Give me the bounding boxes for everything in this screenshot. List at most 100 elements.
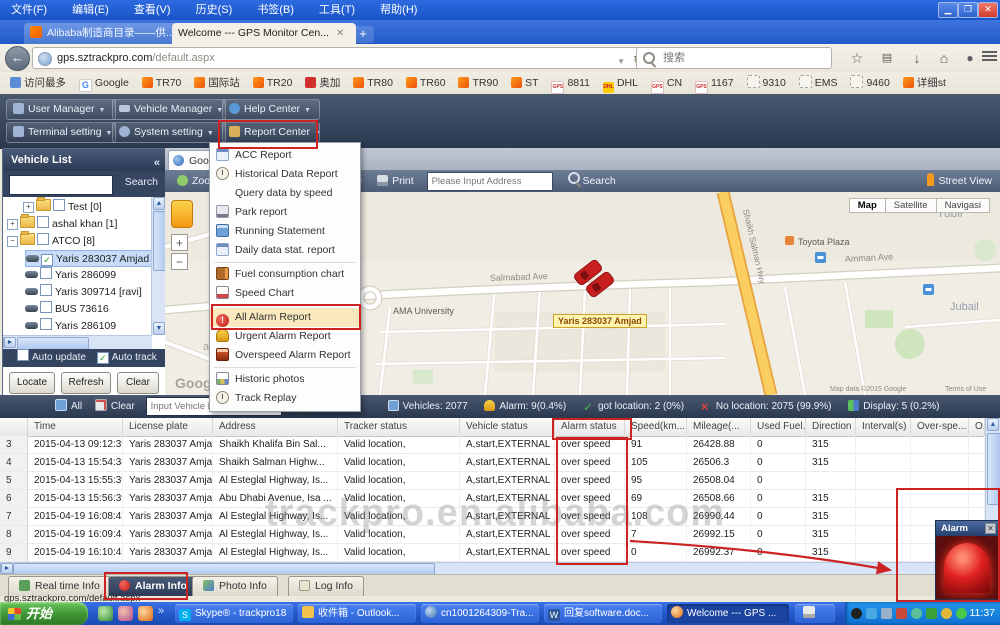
bookmark[interactable]: GPS8811 <box>551 72 590 94</box>
menu-history[interactable]: 历史(S) <box>185 0 244 20</box>
print-tool[interactable]: Print <box>377 170 414 192</box>
menu-item-historical-data[interactable]: Historical Data Report <box>210 165 360 184</box>
col-interval[interactable]: Interval(s) <box>856 418 911 436</box>
refresh-button[interactable]: Refresh <box>61 372 111 394</box>
user-manager-button[interactable]: User Manager▼ <box>6 99 116 120</box>
clear-button[interactable]: Clear <box>117 372 159 394</box>
menu-icon[interactable] <box>982 55 997 57</box>
vehicle-search-input[interactable] <box>9 175 113 195</box>
col-address[interactable]: Address <box>213 418 338 436</box>
system-setting-button[interactable]: System setting▼ <box>112 122 226 143</box>
taskbar-task-word[interactable]: W回复software.doc... <box>544 604 662 623</box>
table-row[interactable]: 72015-04-19 16:08:42Yaris 283037 AmjadAl… <box>0 508 985 526</box>
bookmark[interactable]: 详细st <box>903 72 946 94</box>
firefox-icon[interactable] <box>138 606 153 621</box>
col-tracker-status[interactable]: Tracker status <box>338 418 460 436</box>
map-type-satellite[interactable]: Satellite <box>885 198 937 213</box>
table-row[interactable]: 42015-04-13 15:54:38Yaris 283037 AmjadSh… <box>0 454 985 472</box>
table-row[interactable]: 92015-04-19 16:10:42Yaris 283037 AmjadAl… <box>0 544 985 562</box>
vehicle-map-label[interactable]: Yaris 283037 Amjad <box>553 314 647 328</box>
vehicle-search-button[interactable]: Search <box>125 176 158 188</box>
bookmark[interactable]: TR70 <box>142 72 182 94</box>
map-address-input[interactable] <box>427 172 553 191</box>
bookmark[interactable]: 奥加 <box>305 72 340 94</box>
taskbar-task-browser[interactable]: cn1001264309-Tra... <box>421 604 539 623</box>
tree-vertical-scrollbar[interactable]: ▲ ▼ <box>151 197 166 335</box>
taskbar-task-outlook[interactable]: 收件箱 - Outlook... <box>298 604 416 623</box>
menu-item-query-by-speed[interactable]: Query data by speed <box>210 184 360 203</box>
menu-item-running-statement[interactable]: Running Statement <box>210 222 360 241</box>
locate-button[interactable]: Locate <box>9 372 55 394</box>
url-bar[interactable]: gps.sztrackpro.com/default.aspx ▼ ↻ <box>32 47 650 69</box>
col-alarm-status[interactable]: Alarm status <box>555 418 625 436</box>
tray-icon[interactable] <box>926 608 937 619</box>
menu-tools[interactable]: 工具(T) <box>308 0 366 20</box>
bookmark[interactable]: TR80 <box>353 72 393 94</box>
col-time[interactable]: Time <box>28 418 123 436</box>
taskbar-task-skype[interactable]: SSkype® - trackpro18 <box>175 604 293 623</box>
expand-icon[interactable]: + <box>23 202 34 213</box>
downloads-icon[interactable]: ↓ <box>905 48 929 68</box>
col-rownum[interactable] <box>0 418 28 436</box>
tree-group-test[interactable]: +Test [0] <box>23 199 155 216</box>
zoom-in-button[interactable]: + <box>171 234 188 251</box>
checkbox-checked[interactable]: ✓ <box>41 254 53 266</box>
table-row[interactable]: 62015-04-13 15:56:39Yaris 283037 AmjadAb… <box>0 490 985 508</box>
auto-update-checkbox[interactable] <box>17 349 29 361</box>
vehicle-manager-button[interactable]: Vehicle Manager▼ <box>112 99 226 120</box>
zoom-out-button[interactable]: − <box>171 253 188 270</box>
window-close-button[interactable]: ✕ <box>978 2 998 18</box>
tree-group-atco[interactable]: −ATCO [8] <box>7 233 139 250</box>
start-button[interactable]: 开始 <box>0 602 88 625</box>
menu-item-acc-report[interactable]: ACC Report <box>210 146 360 165</box>
all-button[interactable]: All <box>0 401 82 412</box>
tree-vehicle[interactable]: Yaris 286109 <box>25 318 157 335</box>
checkbox[interactable] <box>40 284 52 296</box>
bookmark[interactable]: DHLDHL <box>603 72 638 94</box>
bookmark[interactable]: 国际站 <box>194 72 240 94</box>
tray-icon[interactable] <box>911 608 922 619</box>
bookmark[interactable]: 9310 <box>747 72 786 94</box>
menu-item-daily-data-stat[interactable]: Daily data stat. report <box>210 241 360 260</box>
col-overspeed[interactable]: Over-spe... <box>911 418 969 436</box>
map-type-navigasi[interactable]: Navigasi <box>936 198 990 213</box>
menu-item-track-replay[interactable]: Track Replay <box>210 389 360 408</box>
menu-file[interactable]: 文件(F) <box>0 0 58 20</box>
window-restore-button[interactable]: ❐ <box>958 2 978 18</box>
tree-vehicle[interactable]: Yaris 286099 <box>25 267 157 284</box>
tab-log-info[interactable]: Log Info <box>288 576 364 596</box>
bookmark[interactable]: GPSCN <box>651 72 682 94</box>
tree-vehicle[interactable]: BUS 73616 <box>25 301 157 318</box>
menu-item-fuel-chart[interactable]: Fuel consumption chart <box>210 265 360 284</box>
tray-icon[interactable] <box>956 608 967 619</box>
menu-item-park-report[interactable]: Park report <box>210 203 360 222</box>
quicklaunch-overflow-icon[interactable]: » <box>158 605 164 617</box>
bookmark[interactable]: TR60 <box>406 72 446 94</box>
tray-icon[interactable] <box>881 608 892 619</box>
tab-gps-monitor[interactable]: Welcome --- GPS Monitor Cen...✕ <box>172 23 356 44</box>
close-icon[interactable]: ✕ <box>985 523 996 534</box>
scroll-down-icon[interactable]: ▼ <box>153 322 165 335</box>
bookmarks-panel-icon[interactable]: ▤ <box>875 48 899 68</box>
chat-icon[interactable]: ● <box>958 48 982 68</box>
col-license-plate[interactable]: License plate <box>123 418 213 436</box>
menu-edit[interactable]: 编辑(E) <box>61 0 120 20</box>
checkbox[interactable] <box>40 318 52 330</box>
col-mileage[interactable]: Mileage(... <box>687 418 751 436</box>
tree-vehicle[interactable]: Yaris 309714 [ravi] <box>25 284 157 301</box>
bookmark[interactable]: 9460 <box>850 72 889 94</box>
checkbox[interactable] <box>37 216 49 228</box>
taskbar-language-button[interactable] <box>795 604 835 623</box>
scroll-right-icon[interactable]: ► <box>1 563 13 574</box>
col-extra[interactable]: O... <box>969 418 985 436</box>
table-row[interactable]: 82015-04-19 16:09:42Yaris 283037 AmjadAl… <box>0 526 985 544</box>
col-vehicle-status[interactable]: Vehicle status <box>460 418 555 436</box>
report-center-button[interactable]: Report Center▼ <box>222 122 320 143</box>
tab-alibaba[interactable]: Alibaba制造商目录——供...✕ <box>24 23 178 44</box>
menu-item-historic-photos[interactable]: Historic photos <box>210 370 360 389</box>
table-row[interactable]: 32015-04-13 09:12:39Yaris 283037 AmjadSh… <box>0 436 985 454</box>
menu-item-urgent-alarm[interactable]: Urgent Alarm Report <box>210 327 360 346</box>
url-dropdown-icon[interactable]: ▼ <box>617 52 625 69</box>
new-tab-button[interactable]: + <box>352 26 374 43</box>
tab-photo-info[interactable]: Photo Info <box>192 576 278 596</box>
